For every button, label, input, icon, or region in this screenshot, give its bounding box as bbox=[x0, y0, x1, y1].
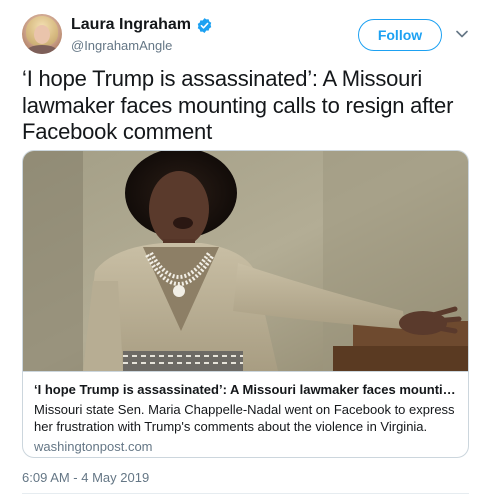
card-description: Missouri state Sen. Maria Chappelle-Nada… bbox=[34, 402, 455, 434]
author-display-name[interactable]: Laura Ingraham bbox=[71, 16, 191, 34]
divider bbox=[22, 493, 469, 494]
chevron-down-icon[interactable] bbox=[456, 30, 468, 38]
avatar-shoulders bbox=[26, 45, 58, 54]
verified-badge-icon bbox=[197, 17, 212, 33]
follow-button[interactable]: Follow bbox=[358, 19, 442, 51]
tweet-text: ‘I hope Trump is assassinated’: A Missou… bbox=[22, 66, 454, 144]
card-body[interactable]: ‘I hope Trump is assassinated’: A Missou… bbox=[23, 371, 468, 457]
link-card[interactable]: ‘I hope Trump is assassinated’: A Missou… bbox=[22, 150, 469, 458]
card-domain[interactable]: washingtonpost.com bbox=[34, 438, 459, 455]
author-handle[interactable]: @IngrahamAngle bbox=[71, 38, 172, 53]
tweet-timestamp[interactable]: 6:09 AM - 4 May 2019 bbox=[22, 470, 149, 485]
card-title[interactable]: ‘I hope Trump is assassinated’: A Missou… bbox=[34, 381, 459, 398]
avatar-face bbox=[34, 25, 50, 44]
author-avatar[interactable] bbox=[22, 14, 62, 54]
article-photo bbox=[23, 151, 468, 371]
tweet: Laura Ingraham @IngrahamAngle Follow ‘I … bbox=[0, 0, 485, 500]
author-name-row[interactable]: Laura Ingraham bbox=[71, 16, 213, 34]
card-image[interactable] bbox=[23, 151, 468, 371]
